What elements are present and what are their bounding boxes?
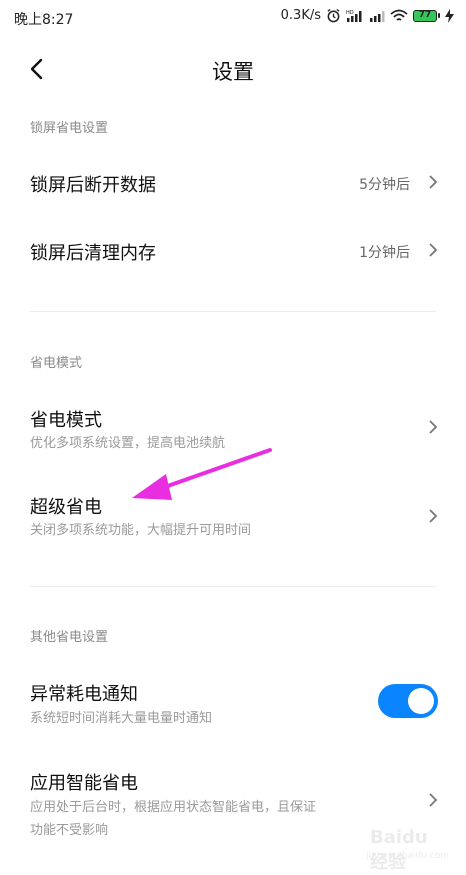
status-icons: 0.3K/s HD 77 [281,8,454,23]
row-subtitle: 关闭多项系统功能，大幅提升可用时间 [30,523,252,538]
notify-toggle[interactable] [378,684,438,718]
network-speed: 0.3K/s [280,8,321,23]
hd-signal-icon: HD [346,10,362,22]
row-title: 锁屏后清理内存 [30,243,156,264]
row-title: 超级省电 [30,497,102,518]
charging-icon [445,8,454,23]
row-super-power-saving[interactable]: 超级省电 关闭多项系统功能，大幅提升可用时间 [0,482,466,548]
header: 设置 [0,44,466,96]
row-value: 1分钟后 [359,245,410,261]
chevron-right-icon [429,420,438,434]
row-subtitle: 系统短时间消耗大量电量时通知 [30,711,213,726]
chevron-right-icon [429,175,438,189]
row-title: 应用智能省电 [30,773,138,794]
wifi-icon [390,9,408,21]
row-lock-disconnect-data[interactable]: 锁屏后断开数据 5分钟后 [0,150,466,216]
chevron-right-icon [429,243,438,257]
divider [30,586,436,587]
page-title: 设置 [212,60,254,84]
status-bar: 晚上8:27 0.3K/s HD 77 [0,0,466,36]
row-lock-clear-memory[interactable]: 锁屏后清理内存 1分钟后 [0,218,466,284]
row-title: 锁屏后断开数据 [30,175,156,196]
row-title: 省电模式 [30,410,102,431]
row-subtitle-line2: 功能不受影响 [30,823,109,838]
section-title-lockscreen: 锁屏省电设置 [30,121,109,136]
signal-icon [370,10,385,22]
row-abnormal-drain-notify: 异常耗电通知 系统短时间消耗大量电量时通知 [0,670,466,736]
alarm-icon [327,8,340,23]
chevron-right-icon [429,793,438,807]
section-title-other: 其他省电设置 [30,630,109,645]
battery-level: 77 [418,9,432,20]
row-power-saving-mode[interactable]: 省电模式 优化多项系统设置，提高电池续航 [0,395,466,461]
chevron-right-icon [429,509,438,523]
baidu-watermark-logo: Baidu 经验 jingyan.baidu.com [356,821,450,873]
section-title-power-mode: 省电模式 [30,356,83,371]
row-subtitle: 优化多项系统设置，提高电池续航 [30,436,226,451]
status-time: 晚上8:27 [14,12,74,28]
back-chevron-icon[interactable] [22,54,52,84]
watermark-sub: jingyan.baidu.com [366,851,450,861]
toggle-knob [408,688,434,714]
svg-text:HD: HD [346,10,354,16]
row-subtitle-line1: 应用处于后台时，根据应用状态智能省电，且保证 [30,800,317,815]
row-title: 异常耗电通知 [30,684,138,705]
row-value: 5分钟后 [359,177,410,193]
divider [30,311,436,312]
battery-icon: 77 [413,9,440,22]
